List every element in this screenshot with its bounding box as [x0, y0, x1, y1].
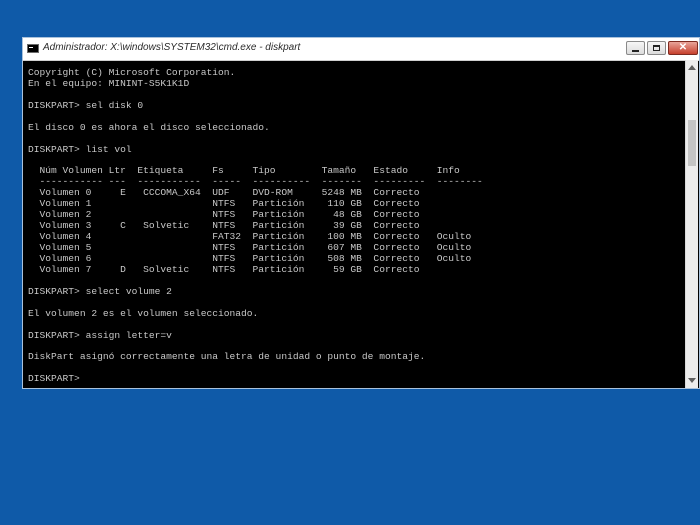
console-line: DISKPART> list vol — [28, 143, 132, 155]
console-line: Volumen 7 D Solvetic NTFS Partición 59 G… — [28, 263, 420, 275]
title-bar[interactable]: Administrador: X:\windows\SYSTEM32\cmd.e… — [23, 38, 699, 61]
console-line: El volumen 2 es el volumen seleccionado. — [28, 307, 259, 319]
scroll-up-icon[interactable] — [688, 65, 696, 70]
close-button[interactable]: ✕ — [668, 41, 698, 55]
close-icon: ✕ — [678, 42, 688, 53]
vertical-scrollbar[interactable] — [685, 60, 698, 388]
scroll-thumb[interactable] — [688, 120, 696, 166]
console-line: DISKPART> select volume 2 — [28, 285, 172, 297]
console-line: DISKPART> sel disk 0 — [28, 99, 144, 111]
window-title: Administrador: X:\windows\SYSTEM32\cmd.e… — [43, 42, 301, 53]
minimize-button[interactable] — [626, 41, 645, 55]
cmd-window: Administrador: X:\windows\SYSTEM32\cmd.e… — [22, 37, 700, 389]
scroll-down-icon[interactable] — [688, 378, 696, 383]
console-line: El disco 0 es ahora el disco seleccionad… — [28, 121, 270, 133]
console-line: DISKPART> assign letter=v — [28, 329, 172, 341]
cmd-icon — [27, 44, 39, 53]
console-line: DiskPart asignó correctamente una letra … — [28, 351, 426, 363]
maximize-button[interactable] — [647, 41, 666, 55]
maximize-icon — [653, 45, 660, 51]
console-output[interactable]: Copyright (C) Microsoft Corporation. En e… — [28, 68, 678, 386]
minimize-icon — [632, 50, 639, 52]
console-line: En el equipo: MININT-S5K1K1D — [28, 77, 190, 89]
console-line: DISKPART> — [28, 373, 80, 385]
